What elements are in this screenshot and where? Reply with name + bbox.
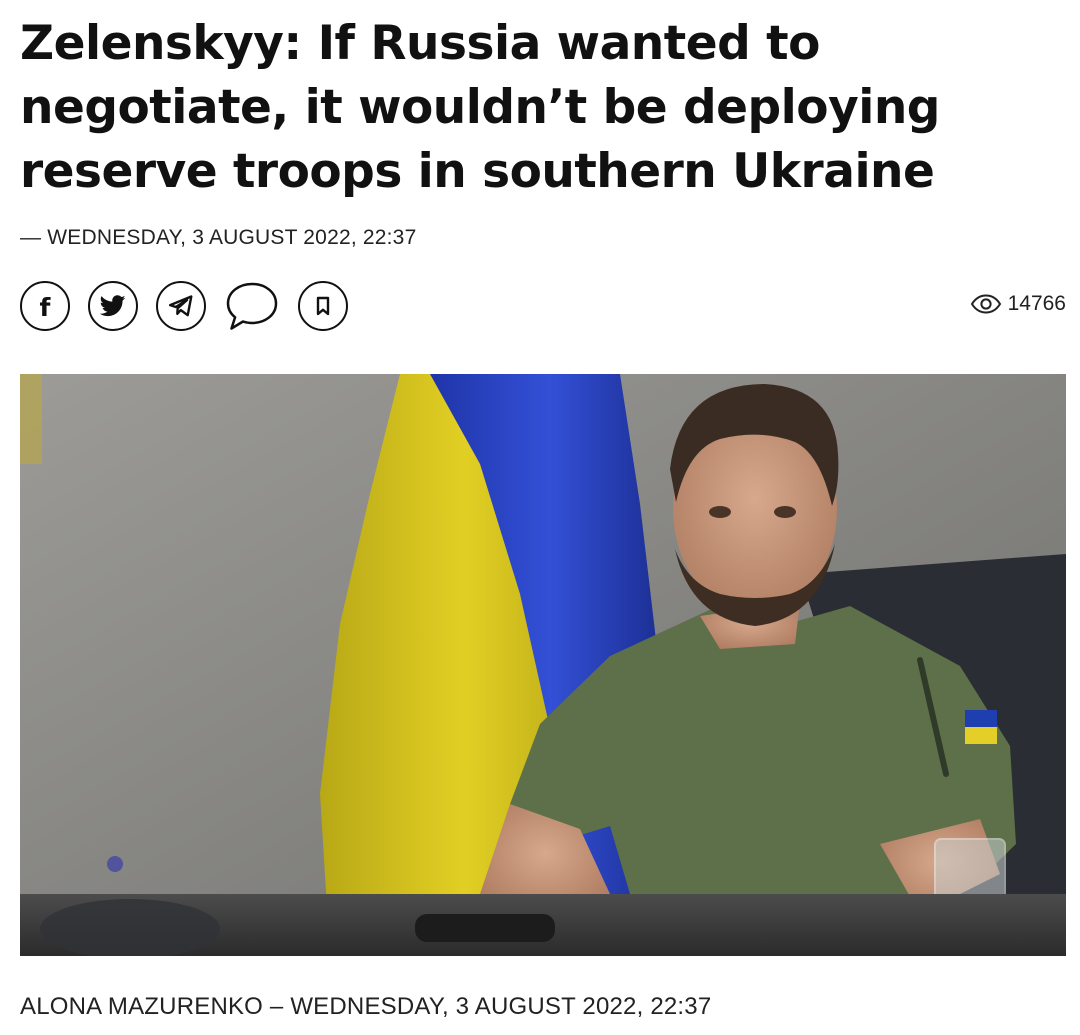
twitter-icon xyxy=(100,295,126,317)
article-headline: Zelenskyy: If Russia wanted to negotiate… xyxy=(20,16,940,199)
view-count: 14766 xyxy=(1007,292,1066,315)
twitter-share-button[interactable] xyxy=(88,281,138,331)
bookmark-icon xyxy=(316,296,330,316)
telegram-share-button[interactable] xyxy=(156,281,206,331)
article-byline: ALONA MAZURENKO – WEDNESDAY, 3 AUGUST 20… xyxy=(20,993,712,1020)
telegram-icon xyxy=(168,295,193,317)
share-bar: f xyxy=(20,280,348,332)
facebook-icon: f xyxy=(39,292,51,322)
article-photo xyxy=(20,374,1066,956)
facebook-share-button[interactable]: f xyxy=(20,281,70,331)
eye-icon xyxy=(970,294,1001,314)
comment-button[interactable] xyxy=(224,280,280,332)
view-counter: 14766 xyxy=(970,292,1066,316)
bookmark-button[interactable] xyxy=(298,281,348,331)
article-dateline: — WEDNESDAY, 3 AUGUST 2022, 22:37 xyxy=(20,226,417,249)
microphone-base xyxy=(415,914,555,942)
comment-icon xyxy=(226,282,278,330)
patch-yellow xyxy=(965,727,997,744)
